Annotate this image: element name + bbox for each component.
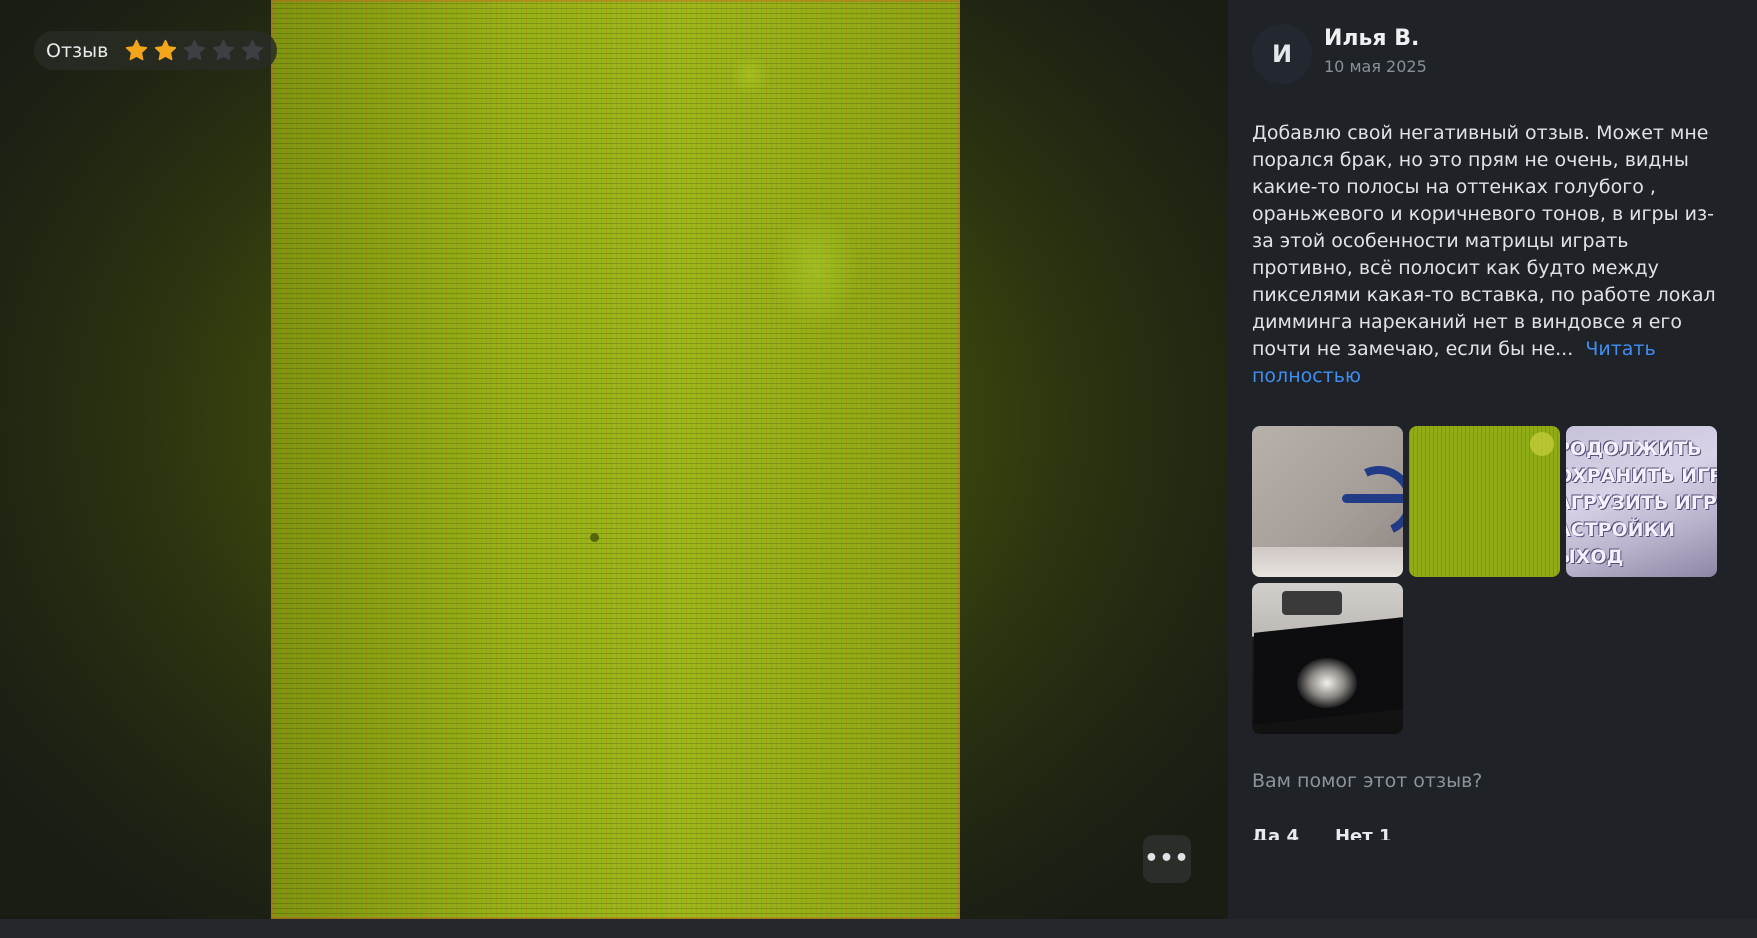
- helpful-votes: Да 4 Нет 1: [1252, 818, 1391, 840]
- bottom-strip: [0, 919, 1757, 938]
- menu-line: АГРУЗИТЬ ИГРУ: [1566, 492, 1717, 514]
- vote-yes-button[interactable]: Да 4: [1252, 818, 1299, 840]
- review-side-panel: И Илья В. 10 мая 2025 Добавлю свой негат…: [1228, 0, 1757, 919]
- photo-thumbnail-1[interactable]: [1252, 426, 1403, 577]
- star-icon: [240, 38, 265, 63]
- photo-thumbnail-2[interactable]: [1409, 426, 1560, 577]
- star-icon: [124, 38, 149, 63]
- rating-label: Отзыв: [46, 39, 109, 62]
- photo-pixel-grid: [271, 0, 960, 919]
- review-date: 10 мая 2025: [1324, 57, 1427, 76]
- star-icon: [211, 38, 236, 63]
- author-info: Илья В. 10 мая 2025: [1324, 26, 1427, 76]
- thumb-glow: [1530, 432, 1554, 456]
- review-photo: Отзыв •••: [0, 0, 1228, 919]
- menu-line: РОДОЛЖИТЬ: [1566, 438, 1702, 460]
- review-photo-thumbnails: РОДОЛЖИТЬ ОХРАНИТЬ ИГРУ АГРУЗИТЬ ИГРУ АС…: [1252, 426, 1722, 734]
- photo-dark-dot: [590, 533, 599, 542]
- rating-badge: Отзыв: [34, 31, 278, 70]
- brand-logo-bar: [1342, 494, 1403, 503]
- review-author: И Илья В. 10 мая 2025: [1252, 24, 1427, 84]
- vote-no-button[interactable]: Нет 1: [1335, 818, 1392, 840]
- more-options-button[interactable]: •••: [1143, 835, 1191, 883]
- review-photo-viewer: Отзыв ••• И Илья В. 10 мая 2025 Добавлю …: [0, 0, 1757, 919]
- thumb-glare: [1297, 658, 1357, 708]
- photo-thumbnail-4[interactable]: [1252, 583, 1403, 734]
- photo-bright-spot-small: [730, 55, 770, 95]
- review-body: Добавлю свой негативный отзыв. Может мне…: [1252, 122, 1716, 360]
- author-name: Илья В.: [1324, 26, 1420, 51]
- game-menu-text: РОДОЛЖИТЬ ОХРАНИТЬ ИГРУ АГРУЗИТЬ ИГРУ АС…: [1566, 436, 1717, 571]
- rating-stars: [124, 38, 265, 63]
- more-horizontal-icon: •••: [1144, 846, 1190, 871]
- helpful-question: Вам помог этот отзыв?: [1252, 770, 1483, 792]
- star-icon: [182, 38, 207, 63]
- box-base: [1252, 547, 1403, 577]
- thumb-objects: [1282, 591, 1342, 615]
- menu-line: ОХРАНИТЬ ИГРУ: [1566, 465, 1717, 487]
- photo-thumbnail-3[interactable]: РОДОЛЖИТЬ ОХРАНИТЬ ИГРУ АГРУЗИТЬ ИГРУ АС…: [1566, 426, 1717, 577]
- photo-bright-spot: [770, 210, 860, 330]
- menu-line: ЫХОД: [1566, 546, 1624, 568]
- review-text: Добавлю свой негативный отзыв. Может мне…: [1252, 120, 1722, 390]
- avatar: И: [1252, 24, 1312, 84]
- star-icon: [153, 38, 178, 63]
- menu-line: АСТРОЙКИ: [1566, 519, 1676, 541]
